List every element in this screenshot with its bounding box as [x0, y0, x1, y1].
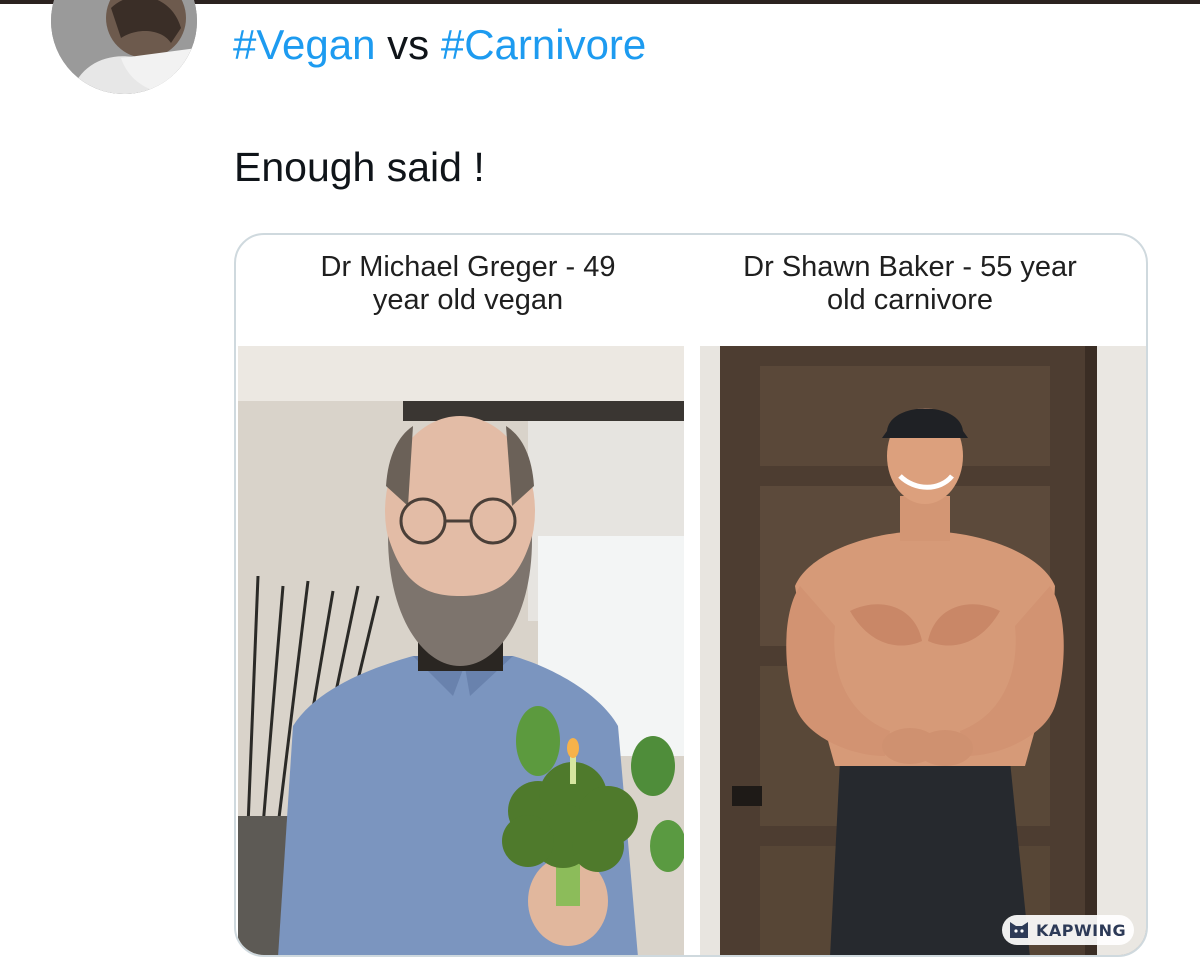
- caption-right-line2: old carnivore: [826, 284, 994, 316]
- caption-left: Dr Michael Greger - 49 year old vegan: [258, 251, 678, 317]
- kapwing-watermark: KAPWING: [1002, 915, 1134, 945]
- caption-right: Dr Shawn Baker - 55 year old carnivore: [700, 251, 1120, 317]
- author-avatar[interactable]: [51, 0, 197, 94]
- caption-left-line2: year old vegan: [372, 284, 564, 316]
- headline-connector: vs: [387, 21, 430, 68]
- kapwing-logo-icon: [1010, 922, 1028, 938]
- avatar-image-icon: [51, 0, 197, 94]
- photo-vegan-man: [238, 346, 684, 955]
- hashtag-carnivore-link[interactable]: #Carnivore: [441, 21, 646, 68]
- tweet-headline: #Vegan vs #Carnivore: [233, 20, 646, 70]
- vegan-man-illustration: [238, 346, 684, 955]
- caption-left-line1: Dr Michael Greger - 49: [320, 251, 616, 283]
- photo-carnivore-man: [700, 346, 1146, 955]
- tweet-media-card[interactable]: Dr Michael Greger - 49 year old vegan Dr…: [234, 233, 1148, 957]
- hashtag-vegan-link[interactable]: #Vegan: [233, 21, 376, 68]
- tweet-text: Enough said !: [234, 144, 485, 190]
- kapwing-watermark-text: KAPWING: [1036, 920, 1127, 940]
- caption-right-line1: Dr Shawn Baker - 55 year: [743, 251, 1077, 283]
- carnivore-man-illustration: [700, 346, 1146, 955]
